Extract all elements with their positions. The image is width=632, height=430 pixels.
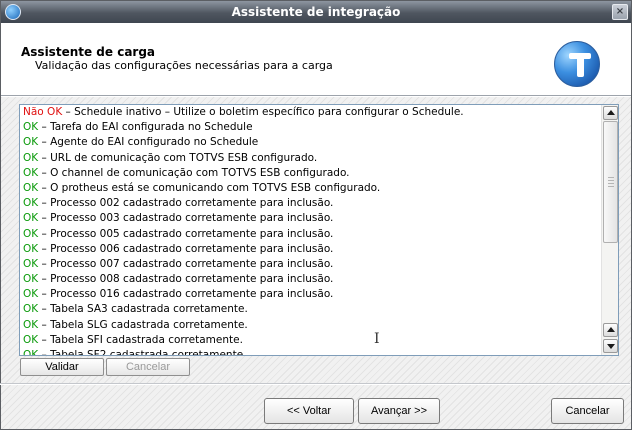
status-label: OK: [23, 303, 39, 316]
log-message: – Processo 003 cadastrado corretamente p…: [38, 212, 334, 225]
status-label: OK: [23, 136, 39, 149]
log-line: OK – Processo 016 cadastrado corretament…: [23, 287, 601, 302]
cancel-button[interactable]: Cancelar: [551, 398, 624, 424]
status-label: OK: [23, 212, 39, 225]
log-message: – Tabela SF2 cadastrada corretamente.: [38, 349, 247, 356]
close-button[interactable]: ×: [612, 4, 628, 20]
log-line: OK – Tabela SLG cadastrada corretamente.: [23, 318, 601, 333]
scroll-up-icon: [607, 110, 615, 115]
scroll-down-button[interactable]: [603, 339, 618, 353]
next-button[interactable]: Avançar >>: [358, 398, 440, 424]
wizard-header: Assistente de carga Validação das config…: [1, 23, 631, 95]
status-label: OK: [23, 273, 39, 286]
log-message: – Tabela SFI cadastrada corretamente.: [38, 333, 243, 346]
log-line: OK – Tarefa do EAI configurada no Schedu…: [23, 120, 601, 135]
log-line: OK – Processo 006 cadastrado corretament…: [23, 242, 601, 257]
vertical-scrollbar[interactable]: [601, 105, 618, 355]
log-message: – Processo 016 cadastrado corretamente p…: [38, 288, 334, 301]
status-label: OK: [23, 181, 39, 194]
status-label: OK: [23, 151, 39, 164]
validate-button[interactable]: Validar: [20, 358, 104, 376]
status-label: OK: [23, 333, 39, 346]
cancel-validation-button[interactable]: Cancelar: [106, 358, 190, 376]
log-line: OK – Processo 003 cadastrado corretament…: [23, 211, 601, 226]
status-label: OK: [23, 166, 39, 179]
log-line: OK – URL de comunicação com TOTVS ESB co…: [23, 151, 601, 166]
validation-log[interactable]: Não OK – Schedule inativo – Utilize o bo…: [19, 104, 619, 356]
footer-divider: [0, 383, 630, 385]
log-message: – Processo 008 cadastrado corretamente p…: [38, 273, 334, 286]
status-label: OK: [23, 242, 39, 255]
scroll-up-button[interactable]: [603, 106, 618, 120]
scroll-up-icon: [607, 327, 615, 332]
log-line: OK – Tabela SFI cadastrada corretamente.: [23, 333, 601, 348]
log-message: – Tabela SLG cadastrada corretamente.: [38, 318, 248, 331]
status-label: OK: [23, 318, 39, 331]
log-line: OK – O channel de comunicação com TOTVS …: [23, 166, 601, 181]
scroll-up-button-lower[interactable]: [603, 323, 618, 337]
status-label: OK: [23, 121, 39, 134]
page-title: Assistente de carga: [21, 45, 156, 59]
scroll-thumb[interactable]: [603, 121, 618, 243]
log-message: – URL de comunicação com TOTVS ESB confi…: [38, 151, 318, 164]
log-message: – Tabela SA3 cadastrada corretamente.: [38, 303, 248, 316]
status-label: OK: [23, 227, 39, 240]
scroll-down-icon: [607, 344, 615, 349]
log-message: – Processo 002 cadastrado corretamente p…: [38, 197, 334, 210]
log-line: OK – Processo 002 cadastrado corretament…: [23, 196, 601, 211]
back-button[interactable]: << Voltar: [264, 398, 354, 424]
status-label: Não OK: [23, 106, 63, 118]
totvs-logo-icon: [554, 41, 600, 87]
log-message: – Processo 007 cadastrado corretamente p…: [38, 257, 334, 270]
page-subtitle: Validação das configurações necessárias …: [35, 59, 333, 72]
log-line: OK – Processo 008 cadastrado corretament…: [23, 272, 601, 287]
title-bar: Assistente de integração ×: [1, 1, 631, 23]
log-line: Não OK – Schedule inativo – Utilize o bo…: [23, 105, 601, 120]
log-message: – Schedule inativo – Utilize o boletim e…: [62, 106, 464, 118]
log-line: OK – O protheus está se comunicando com …: [23, 181, 601, 196]
log-line: OK – Processo 007 cadastrado corretament…: [23, 257, 601, 272]
log-line: OK – Tabela SF2 cadastrada corretamente.: [23, 348, 601, 356]
log-message: – Agente do EAI configurado no Schedule: [38, 136, 259, 149]
totvs-logo-icon: [5, 4, 21, 20]
log-lines: Não OK – Schedule inativo – Utilize o bo…: [23, 105, 601, 356]
log-message: – Processo 006 cadastrado corretamente p…: [38, 242, 334, 255]
log-line: OK – Tabela SA3 cadastrada corretamente.: [23, 302, 601, 317]
status-label: OK: [23, 197, 39, 210]
window-title: Assistente de integração: [231, 5, 401, 19]
log-message: – Processo 005 cadastrado corretamente p…: [38, 227, 334, 240]
status-label: OK: [23, 288, 39, 301]
log-message: – Tarefa do EAI configurada no Schedule: [38, 121, 253, 134]
text-cursor-icon: I: [374, 331, 380, 347]
log-line: OK – Agente do EAI configurado no Schedu…: [23, 135, 601, 150]
status-label: OK: [23, 257, 39, 270]
log-message: – O channel de comunicação com TOTVS ESB…: [38, 166, 350, 179]
log-message: – O protheus está se comunicando com TOT…: [38, 181, 381, 194]
status-label: OK: [23, 349, 39, 356]
log-line: OK – Processo 005 cadastrado corretament…: [23, 227, 601, 242]
